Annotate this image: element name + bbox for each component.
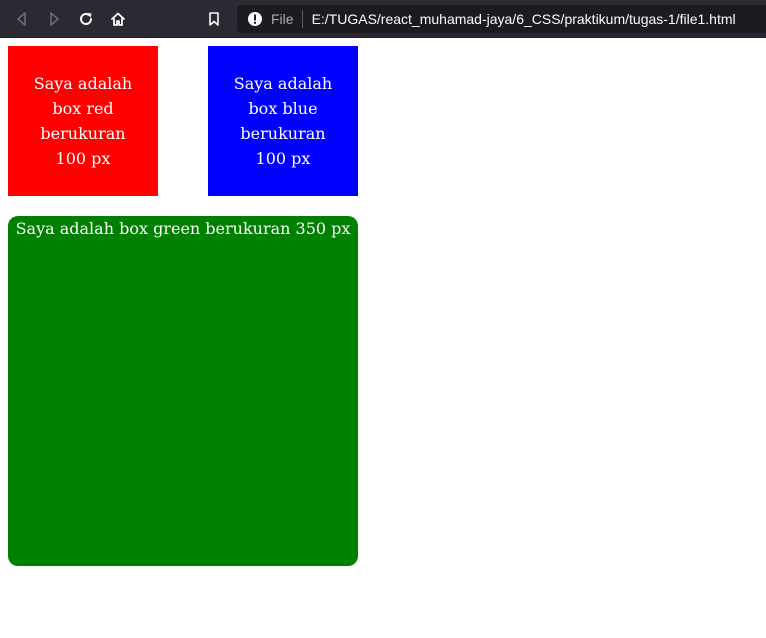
box-blue-text: Saya adalah box blue berukuran 100 px: [233, 74, 333, 168]
bookmark-button[interactable]: [202, 7, 226, 31]
bookmark-icon: [209, 12, 219, 26]
home-icon: [111, 12, 125, 26]
box-blue: Saya adalah box blue berukuran 100 px: [208, 46, 358, 196]
reload-icon: [80, 12, 92, 25]
box-red-text: Saya adalah box red berukuran 100 px: [33, 74, 133, 168]
box-green-text: Saya adalah box green berukuran 350 px: [15, 219, 351, 238]
reload-button[interactable]: [74, 7, 98, 31]
url-text[interactable]: E:/TUGAS/react_muhamad-jaya/6_CSS/prakti…: [312, 11, 736, 27]
home-button[interactable]: [106, 7, 130, 31]
forward-button[interactable]: [42, 7, 66, 31]
info-icon[interactable]: [247, 11, 263, 27]
back-button[interactable]: [10, 7, 34, 31]
url-separator: [301, 10, 303, 28]
url-bar[interactable]: File E:/TUGAS/react_muhamad-jaya/6_CSS/p…: [237, 5, 766, 33]
arrow-right-icon: [50, 12, 59, 26]
url-scheme-label: File: [271, 11, 294, 27]
box-green: Saya adalah box green berukuran 350 px: [8, 216, 358, 566]
arrow-left-icon: [17, 12, 26, 26]
box-red: Saya adalah box red berukuran 100 px: [8, 46, 158, 196]
browser-toolbar: File E:/TUGAS/react_muhamad-jaya/6_CSS/p…: [0, 0, 766, 38]
